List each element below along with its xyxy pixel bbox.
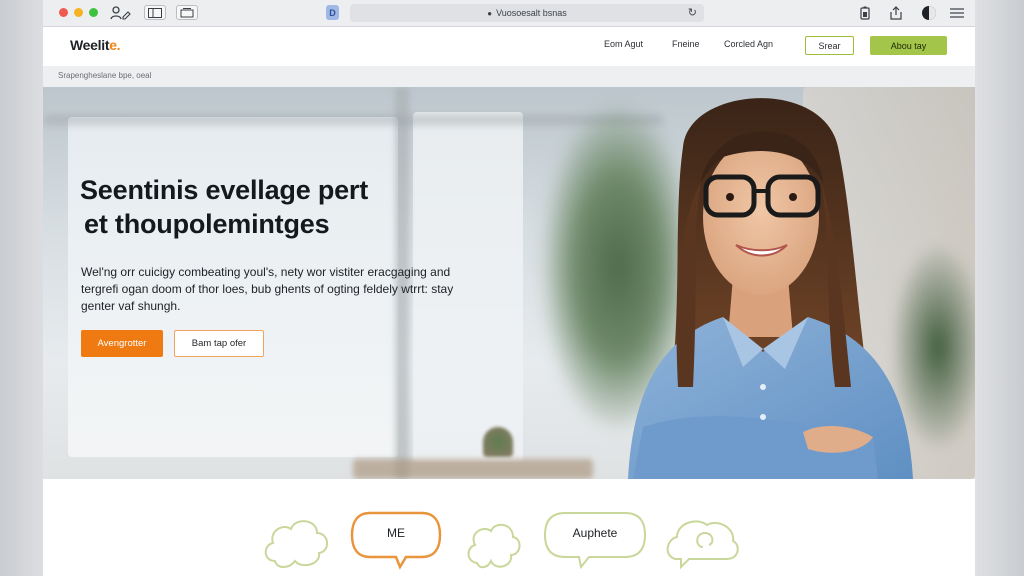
browser-window: D ● Vuosoesalt bsnas ↻ Weelite. Eom Agut… — [43, 0, 975, 576]
lock-icon: ● — [487, 8, 493, 18]
address-bar[interactable]: ● Vuosoesalt bsnas ↻ — [350, 4, 704, 22]
sidebar-icon[interactable] — [144, 5, 166, 20]
nav-link-1[interactable]: Eom Agut — [604, 39, 643, 49]
person-edit-icon[interactable] — [109, 4, 133, 21]
minimize-window-button[interactable] — [74, 8, 83, 17]
maximize-window-button[interactable] — [89, 8, 98, 17]
hero-section: Seentinis evellage pert et thoupolemintg… — [43, 87, 975, 479]
address-text: Vuosoesalt bsnas — [496, 8, 567, 18]
nav-outline-button[interactable]: Srear — [805, 36, 854, 55]
breadcrumb[interactable]: Srapengheslane bpe, oeal — [58, 71, 151, 80]
profile-icon[interactable] — [920, 4, 938, 21]
speech-bubble-green-icon[interactable]: Auphete — [543, 509, 647, 573]
background-table — [353, 459, 593, 479]
logo-main-text: Weelit — [70, 37, 110, 53]
background-window-frame — [43, 115, 663, 125]
hero-headline-line2: et thoupolemintges — [84, 209, 330, 239]
nav-link-3[interactable]: Corcled Agn — [724, 39, 773, 49]
hero-headline: Seentinis evellage pert et thoupolemintg… — [80, 173, 500, 241]
background-pot — [483, 427, 513, 457]
speech-bubble-orange-icon[interactable]: ME — [350, 509, 442, 573]
chat-swirl-icon[interactable] — [663, 509, 743, 573]
logo-accent-text: e. — [109, 37, 121, 53]
cloud-bubble-small-icon[interactable] — [463, 509, 523, 573]
cloud-bubble-icon[interactable] — [261, 509, 333, 573]
tab-overview-icon[interactable] — [176, 5, 198, 20]
site-logo[interactable]: Weelite. — [70, 37, 121, 53]
hero-headline-line1: Seentinis evellage pert — [80, 175, 369, 205]
hero-body-text: Wel'ng orr cuicigy combeating youl's, ne… — [81, 265, 454, 313]
battery-icon[interactable] — [858, 4, 872, 21]
close-window-button[interactable] — [59, 8, 68, 17]
site-header: Weelite. Eom Agut Fneine Corcled Agn Sre… — [43, 27, 975, 66]
hero-person-photo — [628, 98, 913, 479]
nav-link-2[interactable]: Fneine — [672, 39, 700, 49]
reload-icon[interactable]: ↻ — [688, 6, 697, 19]
feature-label-me: ME — [387, 526, 405, 540]
hero-primary-button[interactable]: Avengrotter — [81, 330, 163, 357]
share-icon[interactable] — [888, 4, 904, 21]
feature-icons-row: ME Auphete — [43, 479, 975, 576]
menu-icon[interactable] — [949, 4, 965, 21]
breadcrumb-bar: Srapengheslane bpe, oeal — [43, 66, 975, 87]
hero-secondary-button[interactable]: Bam tap ofer — [174, 330, 264, 357]
nav-primary-button[interactable]: Abou tay — [870, 36, 947, 55]
browser-toolbar: D ● Vuosoesalt bsnas ↻ — [43, 0, 975, 27]
feature-label-auphete: Auphete — [572, 526, 618, 540]
site-favicon-icon: D — [326, 5, 339, 20]
